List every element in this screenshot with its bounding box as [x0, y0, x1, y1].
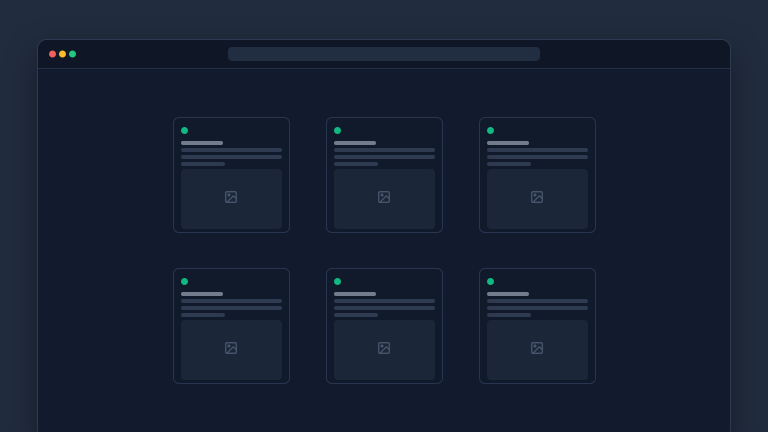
card[interactable]: [173, 117, 290, 233]
skeleton-line-3: [181, 313, 225, 317]
skeleton-line-1: [334, 299, 435, 303]
image-icon: [530, 341, 544, 360]
status-dot: [181, 278, 188, 285]
traffic-light-minimize-button[interactable]: [59, 51, 66, 58]
url-bar[interactable]: [228, 47, 540, 61]
card[interactable]: [326, 117, 443, 233]
card[interactable]: [479, 268, 596, 384]
skeleton-line-3: [334, 313, 378, 317]
status-dot: [334, 127, 341, 134]
image-icon: [377, 190, 391, 209]
traffic-lights: [49, 51, 76, 58]
image-icon: [224, 341, 238, 360]
card[interactable]: [479, 117, 596, 233]
skeleton-line-2: [487, 306, 588, 310]
skeleton-title-bar: [334, 292, 376, 296]
browser-titlebar: [38, 40, 730, 69]
page-background: [0, 0, 768, 432]
image-icon: [530, 190, 544, 209]
traffic-light-close-button[interactable]: [49, 51, 56, 58]
skeleton-line-1: [487, 148, 588, 152]
skeleton-line-2: [487, 155, 588, 159]
skeleton-title-bar: [181, 292, 223, 296]
skeleton-line-3: [487, 162, 531, 166]
image-placeholder: [181, 169, 282, 229]
skeleton-line-2: [334, 155, 435, 159]
browser-content: [38, 69, 730, 432]
image-placeholder: [487, 320, 588, 380]
image-placeholder: [334, 169, 435, 229]
card-grid: [173, 117, 596, 384]
skeleton-title-bar: [487, 141, 529, 145]
skeleton-line-1: [487, 299, 588, 303]
skeleton-line-2: [334, 306, 435, 310]
image-icon: [224, 190, 238, 209]
status-dot: [487, 127, 494, 134]
skeleton-line-3: [487, 313, 531, 317]
skeleton-title-bar: [334, 141, 376, 145]
skeleton-line-3: [334, 162, 378, 166]
skeleton-title-bar: [487, 292, 529, 296]
skeleton-line-1: [181, 299, 282, 303]
image-placeholder: [334, 320, 435, 380]
image-placeholder: [487, 169, 588, 229]
card[interactable]: [326, 268, 443, 384]
skeleton-line-3: [181, 162, 225, 166]
skeleton-line-2: [181, 155, 282, 159]
image-icon: [377, 341, 391, 360]
skeleton-line-1: [334, 148, 435, 152]
skeleton-line-2: [181, 306, 282, 310]
browser-window: [37, 39, 731, 432]
card[interactable]: [173, 268, 290, 384]
status-dot: [181, 127, 188, 134]
status-dot: [334, 278, 341, 285]
status-dot: [487, 278, 494, 285]
traffic-light-zoom-button[interactable]: [69, 51, 76, 58]
image-placeholder: [181, 320, 282, 380]
skeleton-title-bar: [181, 141, 223, 145]
skeleton-line-1: [181, 148, 282, 152]
